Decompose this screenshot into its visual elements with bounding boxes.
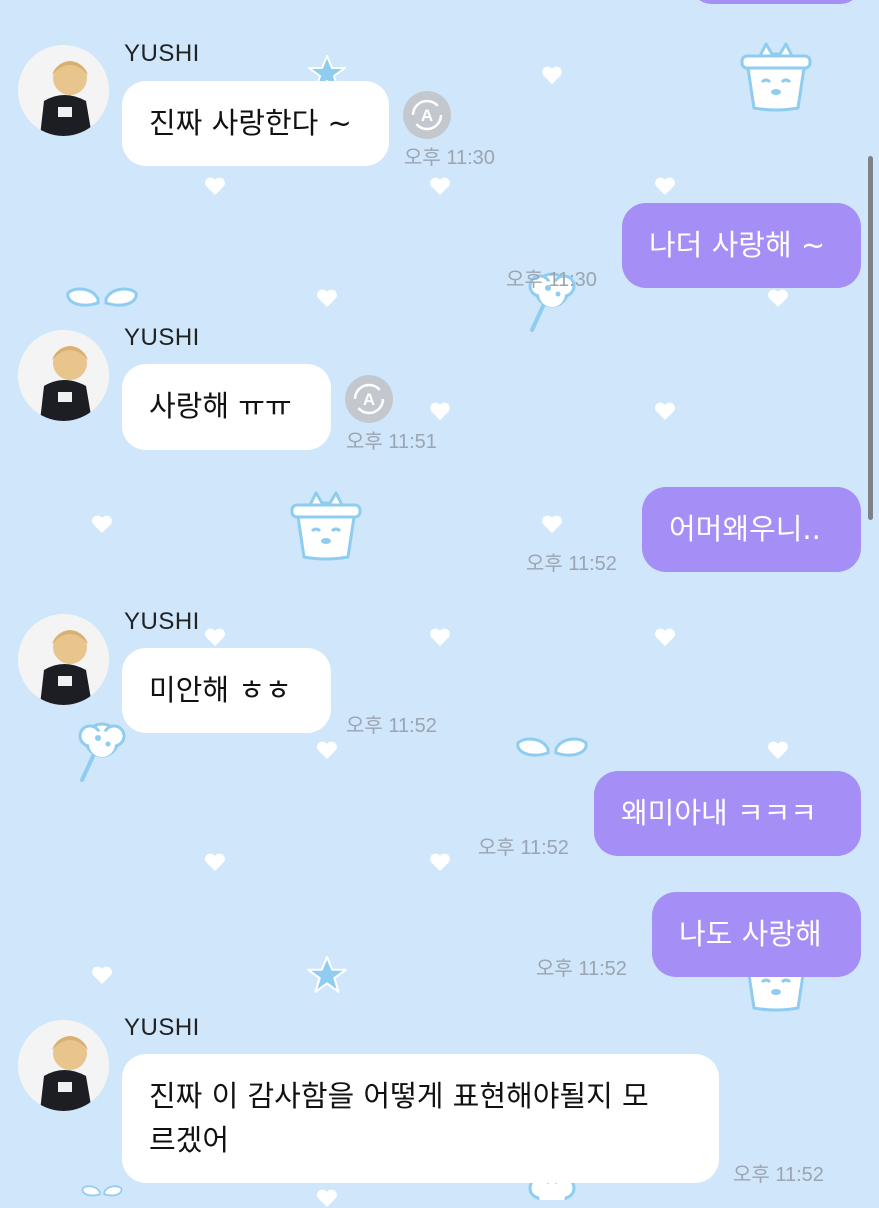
heart-icon	[317, 289, 337, 307]
message-timestamp: 오후 11:30	[506, 269, 597, 291]
heart-icon	[655, 628, 675, 646]
svg-text:A: A	[363, 390, 375, 409]
avatar[interactable]	[18, 45, 109, 136]
message-timestamp: 오후 11:52	[536, 958, 627, 980]
cotton-candy-icon	[78, 722, 126, 782]
message-bubble-outgoing[interactable]: 나더 사랑해 ~	[622, 203, 861, 288]
message-bubble-outgoing[interactable]: 어머왜우니..	[642, 487, 861, 572]
sender-name: YUSHI	[124, 1014, 200, 1041]
heart-icon	[768, 289, 788, 307]
message-text-line: 르겠어	[149, 1123, 230, 1157]
heart-icon	[655, 402, 675, 420]
translate-button[interactable]: A	[345, 375, 393, 423]
message-text-line: 진짜 이 감사함을 어떻게 표현해야될지 모	[149, 1079, 649, 1113]
heart-icon	[317, 741, 337, 759]
avatar-photo	[18, 614, 109, 705]
message-timestamp: 오후 11:52	[346, 715, 437, 737]
avatar[interactable]	[18, 614, 109, 705]
heart-icon	[430, 628, 450, 646]
heart-icon	[317, 1189, 337, 1207]
message-timestamp: 오후 11:52	[526, 553, 617, 575]
sender-name: YUSHI	[124, 40, 200, 67]
wings-icon	[81, 1185, 123, 1197]
translate-button[interactable]: A	[403, 91, 451, 139]
avatar-photo	[18, 1020, 109, 1111]
message-bubble-incoming[interactable]: 사랑해 ㅠㅠ	[122, 364, 331, 450]
translate-icon: A	[411, 99, 443, 131]
message-timestamp: 오후 11:51	[346, 431, 437, 453]
heart-icon	[205, 628, 225, 646]
heart-icon	[430, 853, 450, 871]
sender-name: YUSHI	[124, 608, 200, 635]
svg-text:A: A	[421, 106, 433, 125]
heart-icon	[768, 741, 788, 759]
message-bubble-incoming[interactable]: 진짜 사랑한다 ~	[122, 81, 389, 166]
wings-icon	[66, 287, 138, 307]
heart-icon	[655, 177, 675, 195]
heart-icon	[205, 177, 225, 195]
avatar-photo	[18, 330, 109, 421]
previous-message-bubble[interactable]	[690, 0, 862, 4]
heart-icon	[430, 402, 450, 420]
cat-basket-icon	[290, 491, 362, 561]
star-icon	[307, 956, 347, 993]
cat-basket-icon	[740, 42, 812, 112]
message-bubble-outgoing[interactable]: 나도 사랑해	[652, 892, 861, 977]
avatar-photo	[18, 45, 109, 136]
heart-icon	[430, 177, 450, 195]
heart-icon	[92, 966, 112, 984]
message-timestamp: 오후 11:52	[478, 837, 569, 859]
chat-screen: { "theme": { "background": "#cfe6fb", "o…	[0, 0, 879, 1207]
message-bubble-outgoing[interactable]: 왜미아내 ㅋㅋㅋ	[594, 771, 861, 856]
heart-icon	[92, 515, 112, 533]
avatar[interactable]	[18, 1020, 109, 1111]
scrollbar[interactable]	[868, 156, 873, 520]
message-timestamp: 오후 11:52	[733, 1164, 824, 1186]
translate-icon: A	[353, 383, 385, 415]
sender-name: YUSHI	[124, 324, 200, 351]
heart-icon	[205, 853, 225, 871]
heart-icon	[542, 515, 562, 533]
message-bubble-incoming[interactable]: 진짜 이 감사함을 어떻게 표현해야될지 모 르겠어	[122, 1054, 719, 1183]
avatar[interactable]	[18, 330, 109, 421]
message-timestamp: 오후 11:30	[404, 147, 495, 169]
heart-icon	[542, 66, 562, 84]
wings-icon	[516, 737, 588, 757]
message-bubble-incoming[interactable]: 미안해 ㅎㅎ	[122, 648, 331, 733]
